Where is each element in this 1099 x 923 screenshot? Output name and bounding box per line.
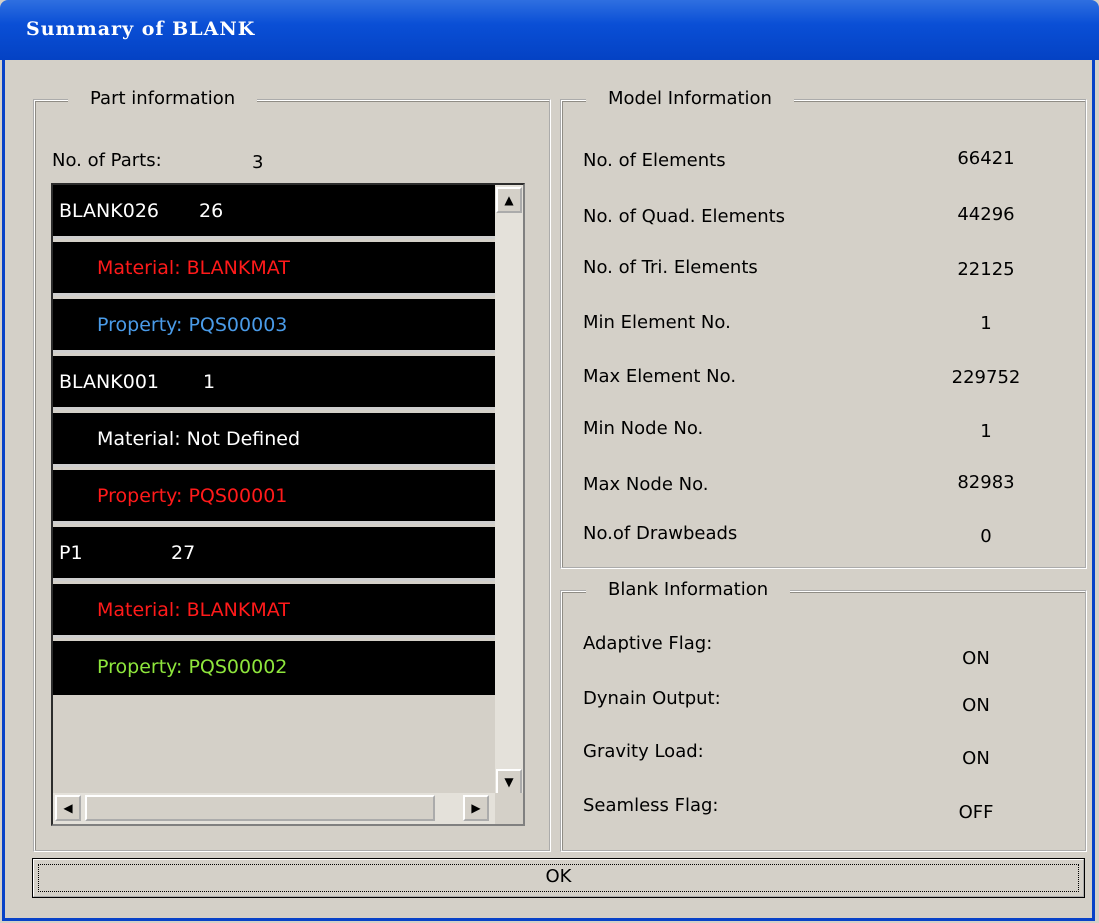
- scroll-down-button[interactable]: ▼: [496, 769, 522, 795]
- model-label-min-element: Min Element No.: [583, 312, 731, 333]
- list-item[interactable]: Material: Not Defined: [53, 413, 497, 467]
- blank-label-seamless-flag: Seamless Flag:: [583, 795, 719, 816]
- model-value-max-node: 82983: [957, 472, 1015, 493]
- model-value-min-element: 1: [980, 313, 992, 334]
- blank-label-adaptive-flag: Adaptive Flag:: [583, 633, 713, 654]
- part-information-legend: Part information: [68, 88, 258, 110]
- model-label-max-element: Max Element No.: [583, 366, 737, 387]
- model-label-elements: No. of Elements: [583, 150, 726, 171]
- material-text: Material: Not Defined: [97, 428, 301, 450]
- part-id: 1: [203, 371, 216, 393]
- part-id: 26: [199, 200, 224, 222]
- blank-value-gravity-load: ON: [962, 748, 990, 769]
- model-value-max-element: 229752: [951, 367, 1021, 388]
- blank-value-adaptive-flag: ON: [962, 648, 990, 669]
- focus-rectangle: [38, 864, 1079, 892]
- window-title: Summary of BLANK: [26, 18, 256, 40]
- blank-label-gravity-load: Gravity Load:: [583, 741, 704, 762]
- scrollbar-corner: [495, 793, 523, 824]
- title-bar: Summary of BLANK: [0, 0, 1099, 60]
- list-item[interactable]: BLANK001 1: [53, 356, 497, 410]
- arrow-right-icon: ▶: [471, 801, 481, 815]
- list-item[interactable]: Property: PQS00003: [53, 299, 497, 353]
- part-id: 27: [171, 542, 196, 564]
- list-item[interactable]: Material: BLANKMAT: [53, 242, 497, 296]
- blank-information-legend: Blank Information: [586, 579, 791, 601]
- scroll-left-button[interactable]: ◀: [55, 795, 81, 821]
- num-parts-value: 3: [252, 152, 264, 173]
- model-label-tri-elements: No. of Tri. Elements: [583, 257, 758, 278]
- parts-listbox[interactable]: BLANK026 26 Material: BLANKMAT Property:…: [51, 183, 525, 826]
- model-value-drawbeads: 0: [980, 526, 992, 547]
- model-label-min-node: Min Node No.: [583, 418, 704, 439]
- arrow-down-icon: ▼: [504, 775, 514, 789]
- model-label-quad-elements: No. of Quad. Elements: [583, 206, 786, 227]
- property-text: Property: PQS00002: [97, 656, 288, 678]
- model-label-drawbeads: No.of Drawbeads: [583, 523, 738, 544]
- vertical-scrollbar[interactable]: ▲ ▼: [495, 185, 523, 795]
- part-name: BLANK001: [59, 371, 159, 393]
- model-value-tri-elements: 22125: [957, 259, 1015, 280]
- arrow-left-icon: ◀: [63, 801, 73, 815]
- property-text: Property: PQS00001: [97, 485, 288, 507]
- horizontal-scrollbar[interactable]: ◀ ▶: [53, 793, 497, 824]
- material-text: Material: BLANKMAT: [97, 257, 290, 279]
- property-text: Property: PQS00003: [97, 314, 288, 336]
- model-label-max-node: Max Node No.: [583, 474, 709, 495]
- list-item[interactable]: Material: BLANKMAT: [53, 584, 497, 638]
- scroll-up-button[interactable]: ▲: [496, 187, 522, 213]
- num-parts-label: No. of Parts:: [52, 150, 162, 171]
- blank-value-seamless-flag: OFF: [958, 802, 994, 823]
- material-text: Material: BLANKMAT: [97, 599, 290, 621]
- blank-label-dynain-output: Dynain Output:: [583, 688, 721, 709]
- list-item[interactable]: P1 27: [53, 527, 497, 581]
- list-item[interactable]: Property: PQS00001: [53, 470, 497, 524]
- model-information-legend: Model Information: [586, 88, 794, 110]
- scroll-right-button[interactable]: ▶: [463, 795, 489, 821]
- blank-value-dynain-output: ON: [962, 695, 990, 716]
- model-value-elements: 66421: [957, 148, 1015, 169]
- list-item[interactable]: Property: PQS00002: [53, 641, 497, 695]
- model-value-min-node: 1: [980, 421, 992, 442]
- arrow-up-icon: ▲: [504, 193, 514, 207]
- horizontal-scroll-thumb[interactable]: [85, 795, 435, 821]
- list-item[interactable]: BLANK026 26: [53, 185, 497, 239]
- part-name: BLANK026: [59, 200, 159, 222]
- part-name: P1: [59, 542, 83, 564]
- model-value-quad-elements: 44296: [957, 204, 1015, 225]
- ok-button[interactable]: OK: [32, 858, 1085, 898]
